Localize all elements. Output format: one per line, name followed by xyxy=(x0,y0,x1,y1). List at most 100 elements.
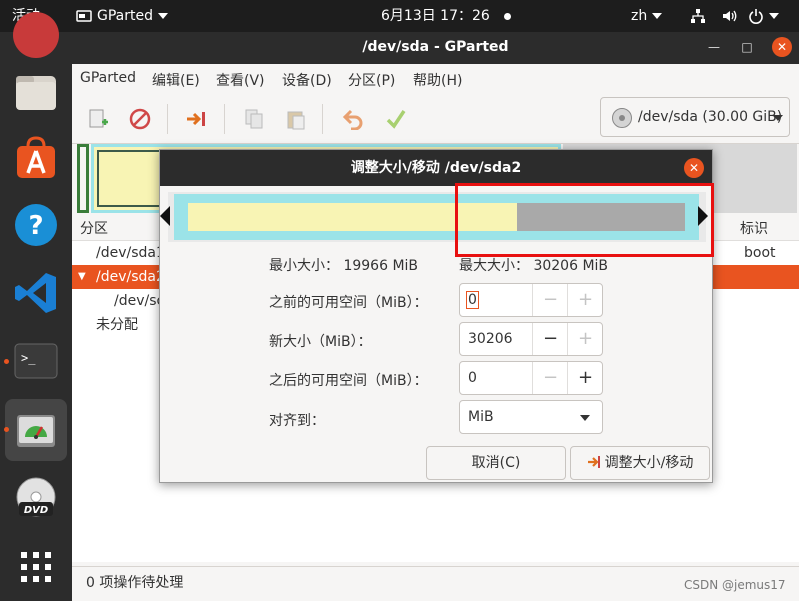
watermark: CSDN @jemus17 xyxy=(684,578,786,592)
input-method-menu[interactable]: zh xyxy=(631,0,663,32)
close-icon: ✕ xyxy=(772,37,792,57)
power-menu[interactable] xyxy=(748,0,779,32)
power-icon xyxy=(749,9,763,24)
dvd-icon[interactable]: DVD xyxy=(13,476,59,522)
delete-icon[interactable] xyxy=(129,108,151,130)
app-grid-icon[interactable] xyxy=(13,544,59,590)
device-select[interactable]: /dev/sda (30.00 GiB) xyxy=(600,97,790,137)
expander-icon[interactable]: ▼ xyxy=(78,265,86,289)
partition-name: 未分配 xyxy=(96,317,138,333)
apply-icon[interactable] xyxy=(385,108,407,130)
gparted-small-icon xyxy=(76,10,92,22)
menu-view[interactable]: 查看(V) xyxy=(216,70,265,90)
app-menu-label: GParted xyxy=(97,8,153,24)
clock-label: 6月13日 17：26 xyxy=(381,8,490,24)
partition-flags: boot xyxy=(744,245,776,261)
files-icon[interactable] xyxy=(13,70,59,116)
align-label: 对齐到： xyxy=(269,413,325,429)
minimize-button[interactable]: — xyxy=(702,32,726,64)
toolbar-separator xyxy=(224,104,225,134)
free-before-spinner[interactable]: 0 − + xyxy=(459,283,603,317)
running-indicator xyxy=(4,427,9,432)
cancel-button[interactable]: 取消(C) xyxy=(426,446,566,480)
toolbar-separator xyxy=(167,104,168,134)
resize-move-icon[interactable] xyxy=(185,108,207,130)
menu-help[interactable]: 帮助(H) xyxy=(413,70,462,90)
hard-disk-icon xyxy=(612,108,632,128)
chevron-down-icon xyxy=(769,13,779,19)
window-title: /dev/sda - GParted xyxy=(362,39,509,55)
column-flags-header[interactable]: 标识 xyxy=(740,217,768,241)
paste-icon[interactable] xyxy=(285,108,307,130)
chevron-down-icon xyxy=(158,13,168,19)
volume-icon[interactable] xyxy=(721,0,737,32)
left-resize-handle-icon[interactable] xyxy=(160,206,170,226)
partition-name: /dev/sda2 xyxy=(96,269,165,285)
chevron-down-icon xyxy=(773,115,783,121)
max-size-row: 最大大小： 30206 MiB xyxy=(459,255,608,275)
menu-edit[interactable]: 编辑(E) xyxy=(152,70,200,90)
close-icon: ✕ xyxy=(688,161,700,175)
free-after-label: 之后的可用空间（MiB）： xyxy=(269,373,428,389)
free-before-input[interactable]: 0 xyxy=(466,291,479,309)
svg-text:>_: >_ xyxy=(21,351,36,365)
copy-icon[interactable] xyxy=(243,108,265,130)
running-indicator xyxy=(4,359,9,364)
window-titlebar: /dev/sda - GParted — □ ✕ xyxy=(72,32,799,64)
column-partition-header[interactable]: 分区 xyxy=(80,217,108,241)
gparted-icon[interactable] xyxy=(13,407,59,453)
clock[interactable]: 6月13日 17：26 xyxy=(381,0,511,32)
partition-sda1-block[interactable] xyxy=(77,144,89,213)
svg-text:?: ? xyxy=(28,211,43,241)
chevron-down-icon xyxy=(580,415,590,421)
minus-icon[interactable]: − xyxy=(532,362,568,394)
maximize-button[interactable]: □ xyxy=(735,32,759,64)
align-select[interactable]: MiB xyxy=(459,400,603,434)
dock: ? >_ DVD xyxy=(0,12,72,601)
resize-move-button-label: 调整大小/移动 xyxy=(604,455,694,471)
device-select-label: /dev/sda (30.00 GiB) xyxy=(638,109,783,125)
max-size-label: 最大大小： xyxy=(459,258,529,274)
free-after-input[interactable]: 0 xyxy=(468,370,477,386)
undo-icon[interactable] xyxy=(342,108,364,130)
min-size-label: 最小大小： xyxy=(269,258,339,274)
partition-name: /dev/sda1 xyxy=(96,245,165,261)
plus-icon[interactable]: + xyxy=(567,323,603,355)
minus-icon[interactable]: − xyxy=(532,284,568,316)
free-before-label: 之前的可用空间（MiB）： xyxy=(269,295,428,311)
new-size-input[interactable]: 30206 xyxy=(468,331,513,347)
min-size-value: 19966 MiB xyxy=(343,258,419,274)
min-size-row: 最小大小： 19966 MiB xyxy=(269,255,418,275)
align-select-value: MiB xyxy=(468,409,494,425)
top-bar: 活动 GParted 6月13日 17：26 zh xyxy=(0,0,799,32)
menu-device[interactable]: 设备(D) xyxy=(282,70,332,90)
dialog-title: 调整大小/移动 /dev/sda2 xyxy=(160,150,712,186)
close-button[interactable]: ✕ xyxy=(770,32,794,64)
max-size-value: 30206 MiB xyxy=(533,258,609,274)
help-icon[interactable]: ? xyxy=(13,202,59,248)
chevron-down-icon xyxy=(652,13,663,19)
plus-icon[interactable]: + xyxy=(567,284,603,316)
vscode-icon[interactable] xyxy=(13,270,59,316)
menu-partition[interactable]: 分区(P) xyxy=(348,70,395,90)
minus-icon[interactable]: − xyxy=(532,323,568,355)
svg-text:DVD: DVD xyxy=(24,505,48,516)
partition-name: /dev/sc xyxy=(114,293,165,309)
app-menu[interactable]: GParted xyxy=(76,0,168,32)
free-after-spinner[interactable]: 0 − + xyxy=(459,361,603,395)
resize-move-button[interactable]: 调整大小/移动 xyxy=(570,446,710,480)
network-icon[interactable] xyxy=(690,0,706,32)
menu-gparted[interactable]: GParted xyxy=(80,70,136,86)
resize-move-icon xyxy=(587,456,600,468)
highlight-annotation xyxy=(455,183,714,257)
new-size-label: 新大小（MiB）： xyxy=(269,334,372,350)
new-partition-icon[interactable] xyxy=(87,108,109,130)
chrome-icon[interactable] xyxy=(13,12,59,58)
plus-icon[interactable]: + xyxy=(567,362,603,394)
new-size-spinner[interactable]: 30206 − + xyxy=(459,322,603,356)
terminal-icon[interactable]: >_ xyxy=(13,338,59,384)
software-icon[interactable] xyxy=(13,134,59,180)
toolbar-separator xyxy=(322,104,323,134)
dialog-close-button[interactable]: ✕ xyxy=(684,158,704,178)
input-method-label: zh xyxy=(631,8,648,24)
